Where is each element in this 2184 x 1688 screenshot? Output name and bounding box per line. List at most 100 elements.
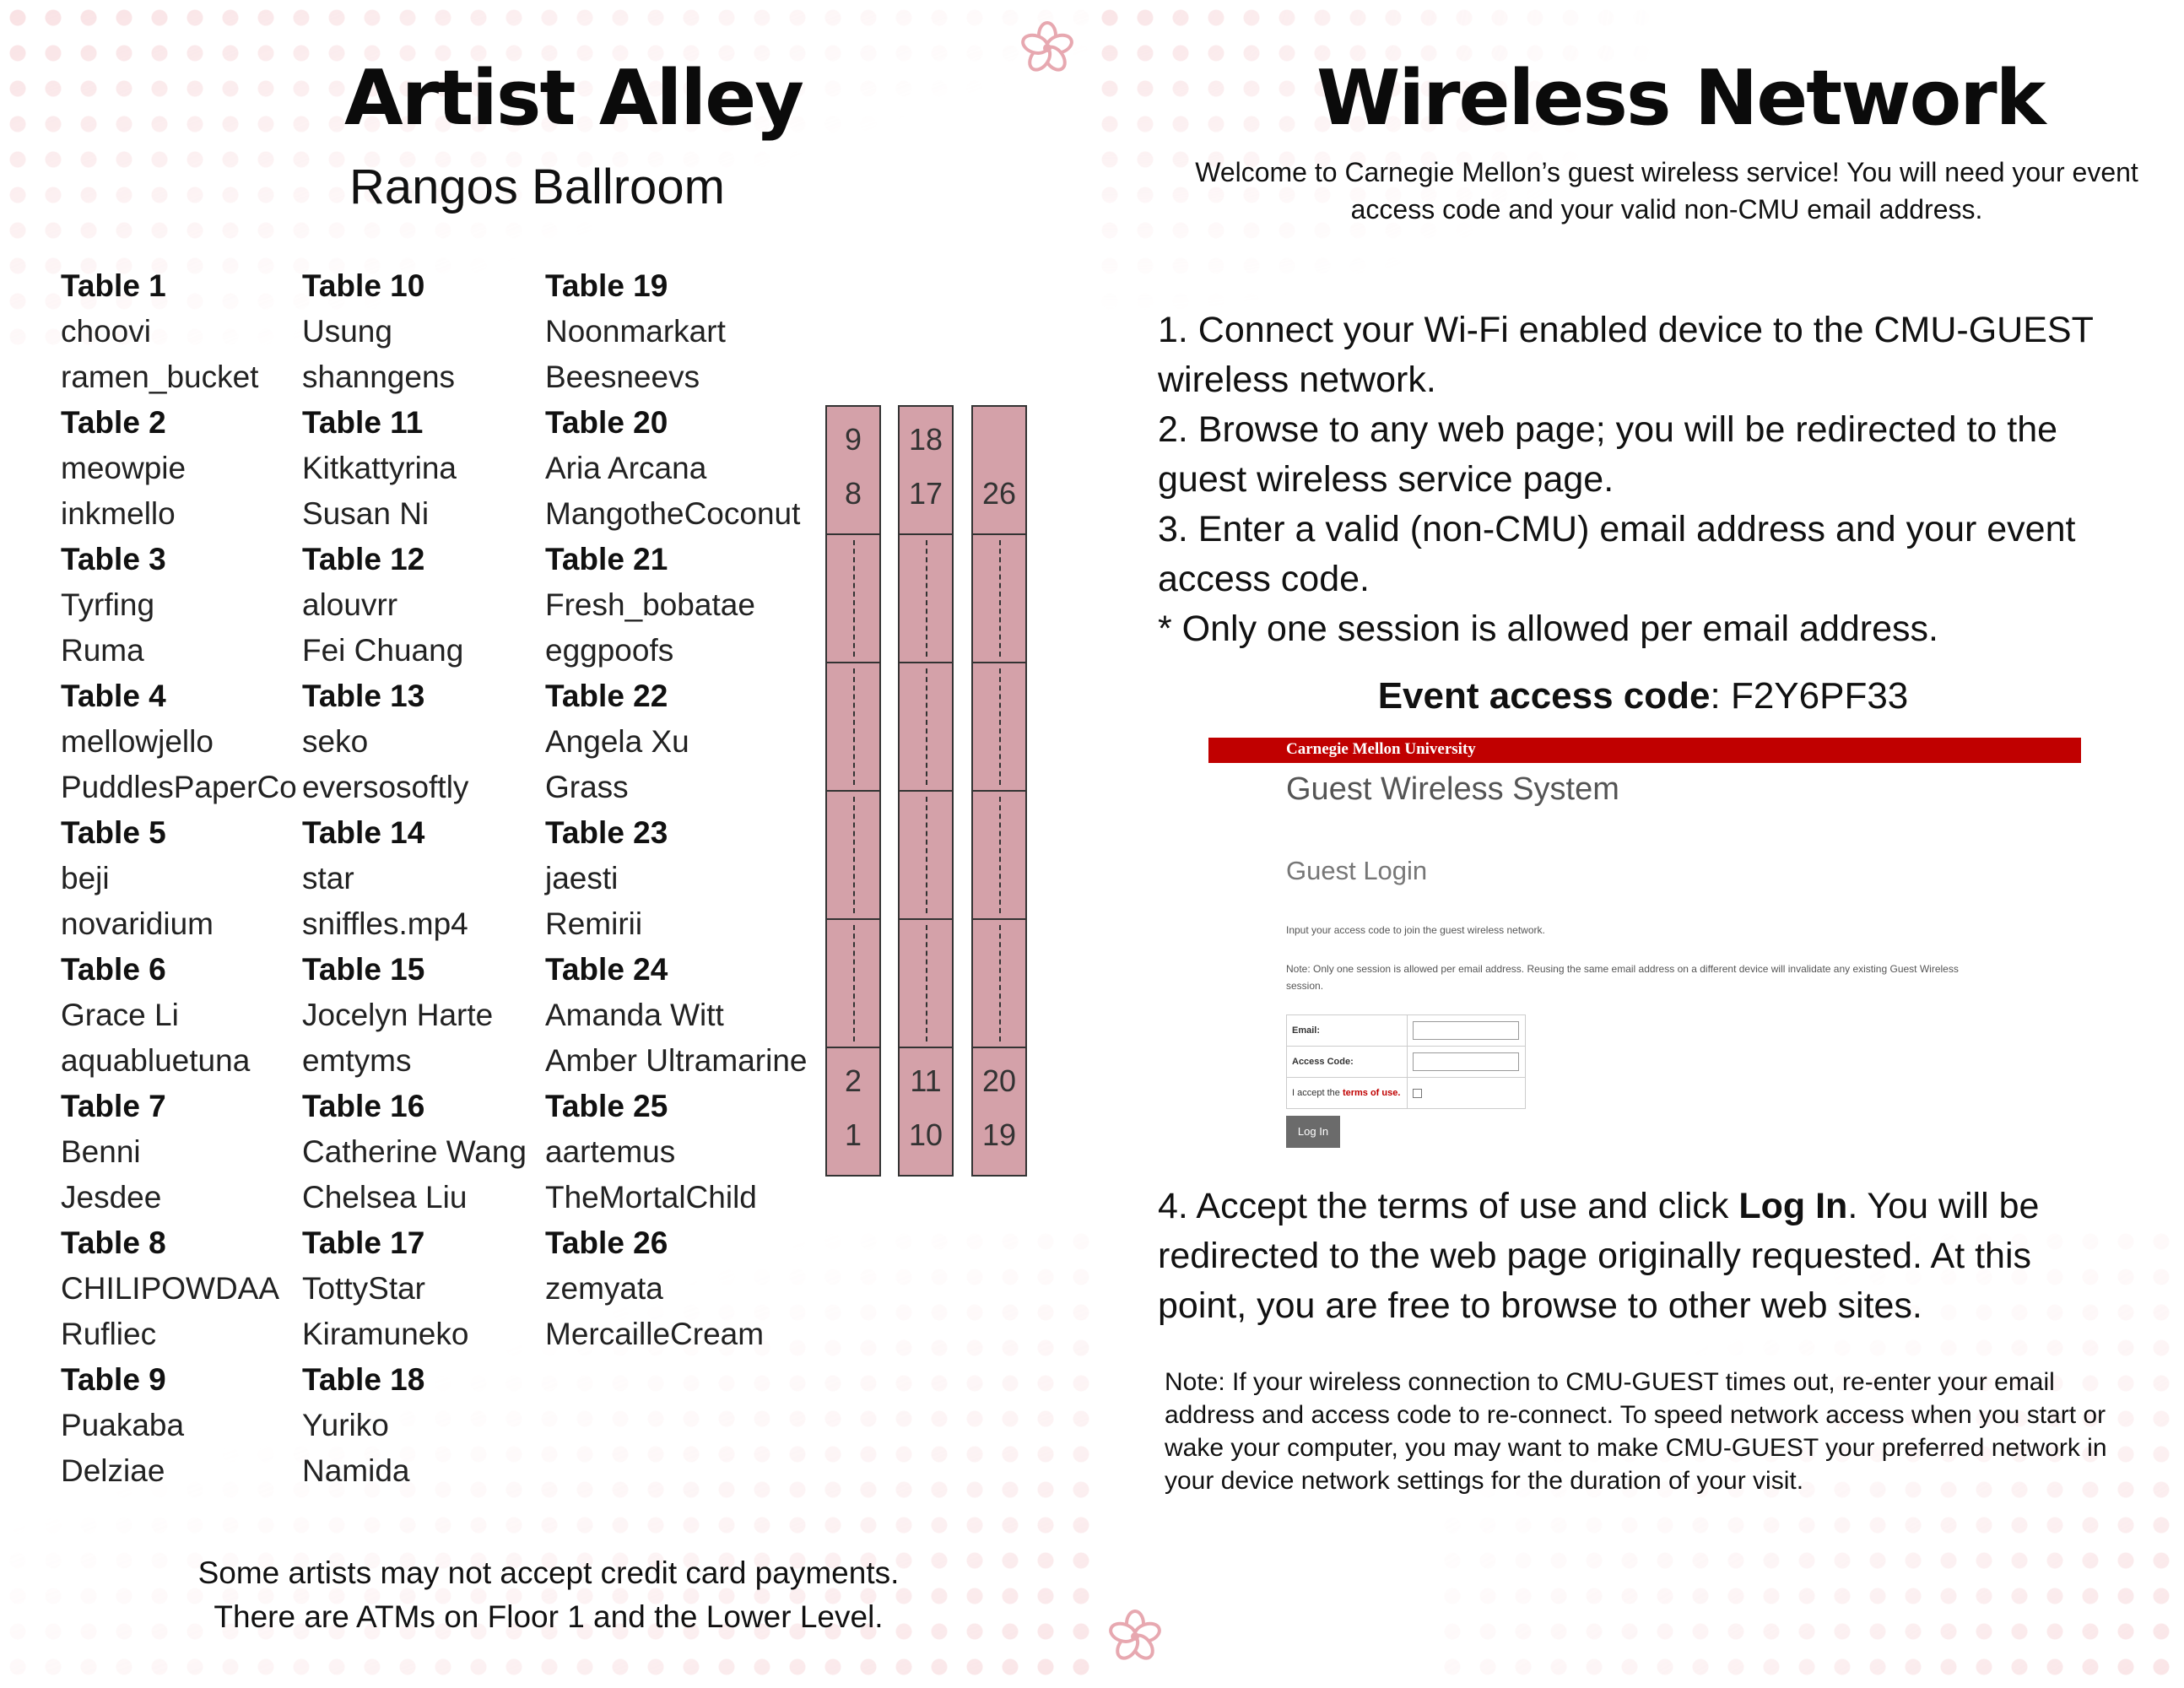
table-map-number: 17 [908,476,943,511]
cmu-wordmark: Carnegie Mellon University [1286,740,1476,758]
artist-name: aartemus [545,1134,676,1169]
artist-name: Jocelyn Harte [302,998,494,1032]
artist-name: alouvrr [302,587,398,622]
access-code-field[interactable] [1413,1052,1519,1071]
table-number-heading: Table 1 [61,268,166,303]
artist-name: Benni [61,1134,141,1169]
step-1: 1. Connect your Wi-Fi enabled device to … [1158,310,2094,400]
table-map-cell [898,662,954,792]
guest-login-screenshot: Carnegie Mellon University Guest Wireles… [1208,738,2081,1160]
table-map-number: 8 [844,476,862,511]
table-divider-line [853,797,855,913]
artist-name: mellowjello [61,724,214,759]
artist-name: Chelsea Liu [302,1180,468,1215]
table-divider-line [853,540,855,657]
artist-name: Puakaba [61,1408,185,1442]
table-divider-line [853,668,855,785]
terms-prefix: I accept the [1292,1088,1343,1098]
table-map-number: 18 [908,422,943,457]
table-map-number: 9 [844,422,862,457]
cherry-blossom-icon [1109,1610,1161,1660]
artist-name: inkmello [61,496,176,531]
email-label: Email: [1286,1014,1408,1047]
table-map-cell [825,533,881,663]
table-number-heading: Table 7 [61,1089,166,1123]
table-map-cell: 21 [825,1047,881,1177]
artist-name: Kitkattyrina [302,451,457,485]
table-divider-line [999,668,1001,785]
artist-name: MercailleCream [545,1317,765,1351]
table-number-heading: Table 4 [61,679,166,713]
artist-name: Susan Ni [302,496,430,531]
artist-name: Kiramuneko [302,1317,469,1351]
table-map-cell: 11 10 [898,1047,954,1177]
access-code-label: Access Code: [1286,1046,1408,1078]
artist-name: choovi [61,314,151,349]
table-number-heading: Table 14 [302,815,425,850]
table-divider-line [926,925,927,1041]
table-number-heading: Table 12 [302,542,425,576]
login-instructions: Input your access code to join the guest… [1286,924,1545,936]
artist-name: Rufliec [61,1317,157,1351]
artist-name: sniffles.mp4 [302,906,468,941]
table-number-heading: Table 20 [545,405,668,440]
table-number-heading: Table 8 [61,1225,166,1260]
table-map-cell: 18 17 [898,405,954,535]
login-note: Note: Only one session is allowed per em… [1286,963,1959,992]
table-map-cell [898,533,954,663]
step-4: 4. Accept the terms of use and click Log… [1158,1182,2128,1331]
artist-name: novaridium [61,906,214,941]
terms-of-use-link[interactable]: terms of use. [1343,1088,1400,1098]
artist-name: TheMortalChild [545,1180,757,1215]
step-2: 2. Browse to any web page; you will be r… [1158,409,2058,500]
step-3: 3. Enter a valid (non-CMU) email address… [1158,509,2076,599]
wireless-network-title: Wireless Network [1316,54,2046,143]
artist-name: Yuriko [302,1408,389,1442]
artist-name: Tyrfing [61,587,155,622]
table-number-heading: Table 13 [302,679,425,713]
artist-name: zemyata [545,1271,663,1306]
table-map-cell [971,790,1027,920]
artist-name: Amber Ultramarine [545,1043,808,1078]
table-map-cell [971,662,1027,792]
event-access-code: Event access code: F2Y6PF33 [1158,675,2128,717]
table-map-number: 2 [844,1063,862,1098]
table-map-cell: 98 [825,405,881,535]
table-divider-line [926,797,927,913]
table-divider-line [853,925,855,1041]
table-number-heading: Table 19 [545,268,668,303]
artist-name: star [302,861,354,895]
terms-checkbox[interactable] [1413,1088,1422,1098]
step-4-login-bold: Log In [1738,1186,1848,1226]
artist-name: Namida [302,1453,410,1488]
artist-name: emtyms [302,1043,412,1078]
instruction-steps: 1. Connect your Wi-Fi enabled device to … [1158,306,2128,654]
artist-name: ramen_bucket [61,360,259,394]
artist-name: Amanda Witt [545,998,724,1032]
payment-note-line-1: Some artists may not accept credit card … [197,1555,900,1590]
artist-name: Beesneevs [545,360,700,394]
table-number-heading: Table 24 [545,952,668,987]
table-number-heading: Table 15 [302,952,425,987]
table-divider-line [999,797,1001,913]
artist-name: seko [302,724,369,759]
table-map-number: 1 [844,1117,862,1152]
artist-name: Remirii [545,906,643,941]
email-field[interactable] [1413,1021,1519,1040]
table-number-heading: Table 25 [545,1089,668,1123]
table-number-heading: Table 5 [61,815,166,850]
table-number-heading: Table 6 [61,952,166,987]
table-map-cell: 26 [971,405,1027,535]
table-divider-line [926,540,927,657]
table-list-column-1: Table 1 choovi ramen_bucket Table 2 meowpie i… [61,263,314,1494]
artist-name: meowpie [61,451,187,485]
table-number-heading: Table 2 [61,405,166,440]
artist-name: Jesdee [61,1180,162,1215]
artist-name: Delziae [61,1453,165,1488]
table-map-cell [971,533,1027,663]
table-map-cell [825,790,881,920]
login-button[interactable]: Log In [1286,1116,1340,1148]
step-note: * Only one session is allowed per email … [1158,609,1938,649]
table-list-column-3: Table 19 Noonmarkart Beesneevs Table 20 Aria… [545,263,808,1357]
table-number-heading: Table 3 [61,542,166,576]
